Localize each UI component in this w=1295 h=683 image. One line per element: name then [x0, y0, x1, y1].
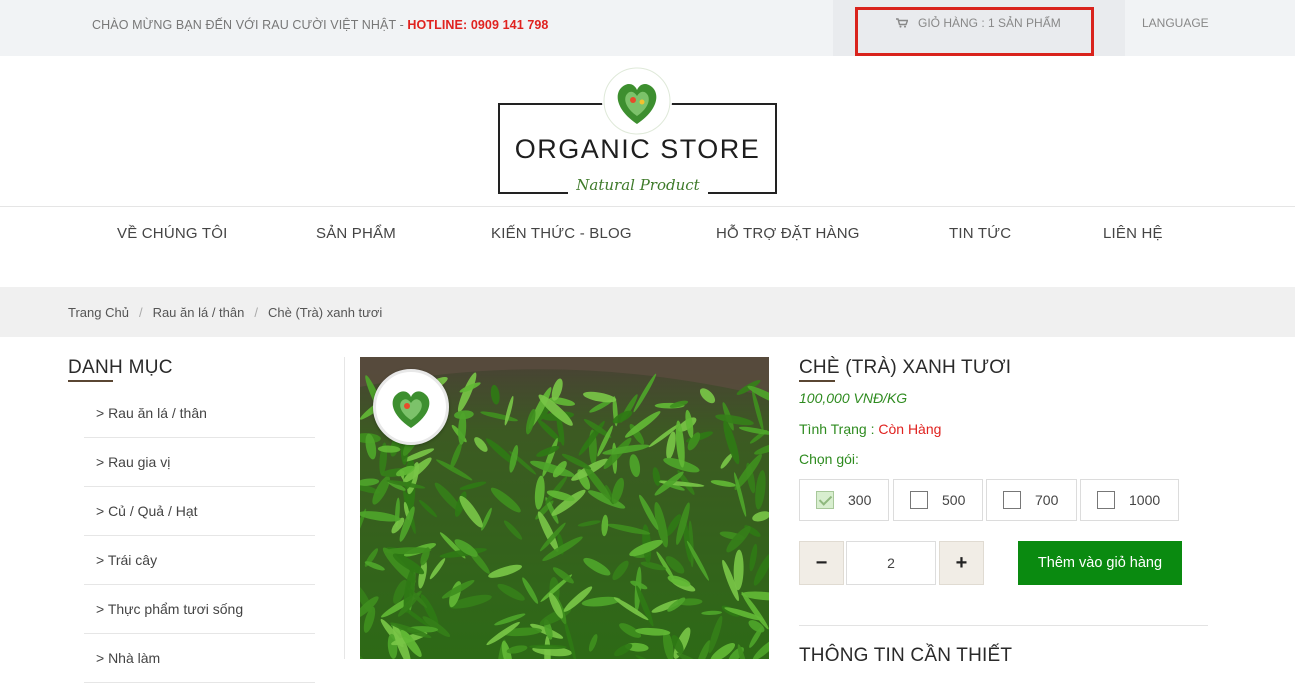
category-item-roots-fruits-seeds[interactable]: > Củ / Quả / Hạt [84, 487, 315, 536]
checkbox-icon [1097, 491, 1115, 509]
quantity-increase-button[interactable]: + [939, 541, 984, 585]
welcome-message: CHÀO MỪNG BẠN ĐẾN VỚI RAU CƯỜI VIỆT NHẬT… [92, 18, 548, 32]
product-title: CHÈ (TRÀ) XANH TƯƠI [799, 357, 1012, 378]
language-selector[interactable]: LANGUAGE [1142, 16, 1209, 30]
nav-about-us[interactable]: VỀ CHÚNG TÔI [117, 225, 227, 242]
info-divider [799, 625, 1208, 626]
nav-blog[interactable]: KIẾN THỨC - BLOG [491, 225, 632, 242]
nav-order-support[interactable]: HỖ TRỢ ĐẶT HÀNG [716, 225, 860, 242]
welcome-text: CHÀO MỪNG BẠN ĐẾN VỚI RAU CƯỜI VIỆT NHẬT… [92, 18, 408, 32]
main-navigation: VỀ CHÚNG TÔI SẢN PHẨM KIẾN THỨC - BLOG H… [0, 206, 1295, 258]
checkbox-icon [1003, 491, 1021, 509]
heart-leaf-icon [603, 67, 671, 135]
package-option-500[interactable]: 500 [893, 479, 983, 521]
category-item-fruits[interactable]: > Trái cây [84, 536, 315, 585]
category-item-herbs[interactable]: > Rau gia vị [84, 438, 315, 487]
product-logo-badge [373, 369, 449, 445]
sidebar-divider [344, 357, 345, 659]
heart-leaf-icon [392, 391, 430, 428]
category-list: > Rau ăn lá / thân > Rau gia vị > Củ / Q… [84, 389, 315, 683]
product-price: 100,000 VNĐ/KG [799, 390, 908, 406]
logo-title: ORGANIC STORE [514, 134, 761, 164]
nav-products[interactable]: SẢN PHẨM [316, 225, 396, 242]
breadcrumb-separator: / [138, 305, 143, 320]
stock-status-label: Tình Trạng : [799, 421, 879, 437]
breadcrumb: Trang Chủ / Rau ăn lá / thân / Chè (Trà)… [68, 305, 382, 320]
breadcrumb-current: Chè (Trà) xanh tươi [267, 305, 383, 320]
breadcrumb-separator: / [254, 305, 258, 320]
category-heading-underline [68, 380, 113, 382]
stock-status-value: Còn Hàng [878, 421, 942, 437]
package-option-300[interactable]: 300 [799, 479, 889, 521]
category-heading: DANH MỤC [68, 357, 173, 378]
checkbox-icon [910, 491, 928, 509]
breadcrumb-home[interactable]: Trang Chủ [68, 305, 129, 320]
nav-contact[interactable]: LIÊN HỆ [1103, 225, 1163, 242]
logo-subtitle: Natural Product [568, 176, 708, 194]
breadcrumb-category[interactable]: Rau ăn lá / thân [153, 305, 245, 320]
package-label: Chọn gói: [799, 451, 859, 467]
quantity-decrease-button[interactable]: − [799, 541, 844, 585]
quantity-input[interactable] [846, 541, 936, 585]
package-option-value: 500 [942, 492, 966, 508]
top-bar: CHÀO MỪNG BẠN ĐẾN VỚI RAU CƯỜI VIỆT NHẬT… [0, 0, 1295, 56]
hotline-link[interactable]: HOTLINE: 0909 141 798 [407, 18, 548, 32]
category-item-fresh-food[interactable]: > Thực phẩm tươi sống [84, 585, 315, 634]
logo-badge [602, 66, 672, 136]
category-item-leafy-vegetables[interactable]: > Rau ăn lá / thân [84, 389, 315, 438]
nav-news[interactable]: TIN TỨC [949, 225, 1011, 242]
breadcrumb-bar: Trang Chủ / Rau ăn lá / thân / Chè (Trà)… [0, 287, 1295, 337]
package-option-1000[interactable]: 1000 [1080, 479, 1179, 521]
add-to-cart-button[interactable]: Thêm vào giỏ hàng [1018, 541, 1182, 585]
package-option-700[interactable]: 700 [986, 479, 1077, 521]
package-option-value: 700 [1035, 492, 1059, 508]
package-option-value: 1000 [1129, 492, 1161, 508]
info-heading: THÔNG TIN CẦN THIẾT [799, 645, 1013, 666]
package-option-value: 300 [848, 492, 872, 508]
store-logo[interactable]: ORGANIC STORE Natural Product [498, 66, 778, 196]
stock-status: Tình Trạng : Còn Hàng [799, 421, 941, 437]
product-title-underline [799, 380, 835, 382]
cart-highlight-box [855, 7, 1094, 56]
checkbox-checked-icon [816, 491, 834, 509]
